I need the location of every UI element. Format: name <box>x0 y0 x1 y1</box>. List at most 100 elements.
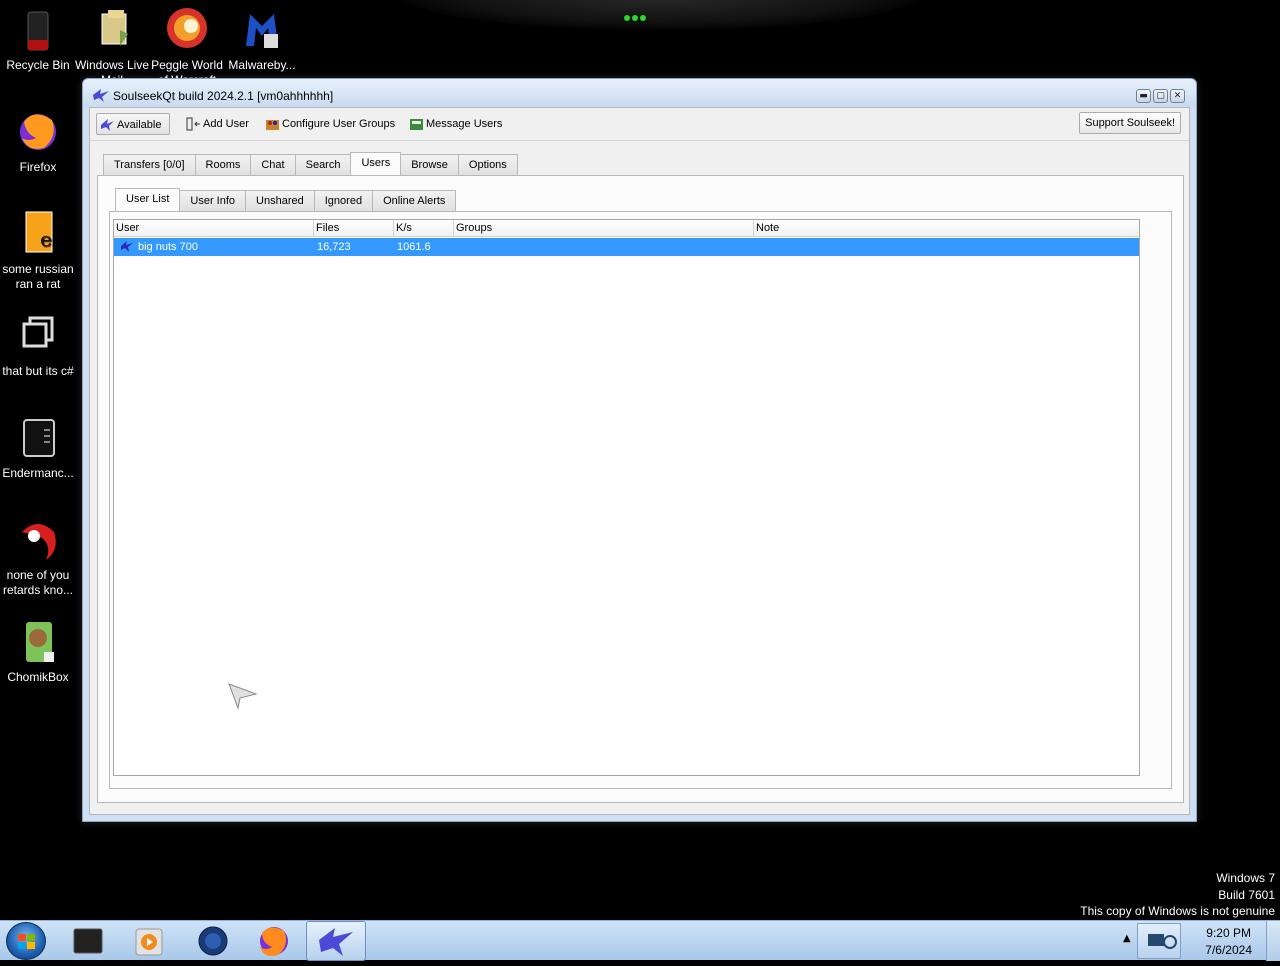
support-soulseek-button[interactable]: Support Soulseek! <box>1079 112 1181 134</box>
show-desktop-button[interactable] <box>1266 921 1280 961</box>
desktop-icon-endermanch[interactable]: Endermanc... <box>0 414 76 481</box>
desktop-icon-label: Firefox <box>19 160 57 174</box>
message-users-button[interactable]: Message Users <box>406 113 502 135</box>
terminal-icon <box>73 928 103 954</box>
taskbar-globe[interactable] <box>183 921 243 961</box>
status-button[interactable]: Available <box>96 113 171 135</box>
wallpaper-dots <box>624 6 654 21</box>
desktop-icon-malwarebytes[interactable]: Malwareby... <box>224 6 300 73</box>
window-title: SoulseekQt build 2024.2.1 [vm0ahhhhhh] <box>113 89 334 103</box>
tab-rooms[interactable]: Rooms <box>194 154 252 175</box>
tab-online-alerts[interactable]: Online Alerts <box>372 190 457 211</box>
desktop-icon-label: Endermanc... <box>2 466 74 480</box>
svg-text:e: e <box>40 227 52 251</box>
taskbar-terminal[interactable] <box>58 921 118 961</box>
column-header-groups[interactable]: Groups <box>454 220 754 237</box>
system-tray: ▲ 9:20 PM 7/6/2024 <box>1115 921 1280 961</box>
paper-plane-cursor-icon <box>228 680 258 710</box>
soulseek-bird-icon <box>100 118 115 132</box>
column-header-files[interactable]: Files <box>314 220 394 237</box>
toolbar: Available Add User Configure User Groups… <box>90 108 1189 140</box>
tab-search[interactable]: Search <box>294 154 352 175</box>
tab-transfers[interactable]: Transfers [0/0] <box>103 154 196 175</box>
configure-user-groups-button[interactable]: Configure User Groups <box>262 113 395 135</box>
main-tabs: Transfers [0/0] Rooms Chat Search Users … <box>103 152 518 175</box>
table-row[interactable]: big nuts 700 16,723 1061.6 <box>114 238 1139 256</box>
cell-user: big nuts 700 <box>138 241 198 253</box>
desktop-icon-label: none of you retards kno... <box>2 568 74 597</box>
desktop: Recycle Bin Windows Live Mail Peggle Wor… <box>0 0 1280 961</box>
malwarebytes-icon <box>238 6 286 54</box>
globe-icon <box>198 926 228 956</box>
wallpaper-glow <box>400 0 920 30</box>
column-header-note[interactable]: Note <box>754 220 1141 237</box>
recycle-bin-icon <box>14 6 62 54</box>
chomikbox-icon <box>14 618 62 666</box>
tab-unshared[interactable]: Unshared <box>245 190 315 211</box>
taskbar-media-player[interactable] <box>120 921 180 961</box>
status-label: Available <box>117 119 162 131</box>
message-users-icon <box>409 117 424 131</box>
start-button[interactable] <box>6 922 46 960</box>
desktop-icon-russian-rat[interactable]: e some russian ran a rat <box>0 210 76 292</box>
tab-ignored[interactable]: Ignored <box>313 190 374 211</box>
configure-user-groups-label: Configure User Groups <box>282 118 396 130</box>
cell-files: 16,723 <box>317 241 351 253</box>
soulseek-window: SoulseekQt build 2024.2.1 [vm0ahhhhhh] ▬… <box>82 78 1197 822</box>
watermark-line3: This copy of Windows is not genuine <box>1080 904 1275 918</box>
shortcut-file-icon: e <box>14 210 62 258</box>
add-user-button[interactable]: Add User <box>183 113 249 135</box>
watermark-line1: Windows 7 <box>1216 871 1275 885</box>
message-users-label: Message Users <box>426 118 503 130</box>
firefox-icon <box>260 927 288 956</box>
taskbar-firefox[interactable] <box>244 921 304 961</box>
desktop-icon-recycle-bin[interactable]: Recycle Bin <box>0 6 76 73</box>
desktop-icon-peggle[interactable]: Peggle World of Warcraft <box>149 6 225 82</box>
user-list-table[interactable]: User Files K/s Groups Note big nuts 700 … <box>113 219 1140 776</box>
clock-time: 9:20 PM <box>1206 926 1251 940</box>
desktop-icon-that-but-csharp[interactable]: that but its c# <box>0 312 76 379</box>
toolbar-separator <box>90 140 1189 141</box>
firefox-icon <box>14 108 62 156</box>
desktop-icon-label: some russian ran a rat <box>2 262 74 291</box>
tab-chat[interactable]: Chat <box>250 154 296 175</box>
window-stack-icon <box>14 312 62 360</box>
minimize-button[interactable]: ▬ <box>1136 89 1151 103</box>
window-titlebar[interactable]: SoulseekQt build 2024.2.1 [vm0ahhhhhh] ▬… <box>83 79 1196 107</box>
tab-options[interactable]: Options <box>457 154 518 175</box>
column-header-kps[interactable]: K/s <box>394 220 454 237</box>
desktop-icon-label: ChomikBox <box>7 670 69 684</box>
user-bird-icon <box>120 238 136 256</box>
tab-users[interactable]: Users <box>350 152 402 175</box>
show-hidden-icons-icon[interactable]: ▲ <box>1123 933 1131 944</box>
desktop-icon-label: that but its c# <box>2 364 74 378</box>
tab-browse[interactable]: Browse <box>400 154 459 175</box>
desktop-icon-chomikbox[interactable]: ChomikBox <box>0 618 76 685</box>
close-button[interactable]: ✕ <box>1170 89 1185 103</box>
network-icon[interactable] <box>1137 923 1181 959</box>
red-swirl-icon <box>14 516 62 564</box>
desktop-icon-none-of-you[interactable]: none of you retards kno... <box>0 516 76 598</box>
soulseek-bird-icon <box>92 87 110 103</box>
clock-date: 7/6/2024 <box>1205 943 1252 957</box>
soulseek-icon <box>319 928 353 956</box>
desktop-icon-label: Malwareby... <box>228 58 296 72</box>
column-header-user[interactable]: User <box>114 220 314 237</box>
watermark-line2: Build 7601 <box>1218 888 1275 902</box>
tab-user-info[interactable]: User Info <box>179 190 247 211</box>
windows-logo-icon <box>18 934 35 949</box>
mail-icon <box>88 6 136 54</box>
taskbar: ▲ 9:20 PM 7/6/2024 <box>0 920 1280 961</box>
maximize-button[interactable]: ▢ <box>1153 89 1168 103</box>
desktop-icon-label: Recycle Bin <box>6 58 70 72</box>
table-header: User Files K/s Groups Note <box>114 220 1139 237</box>
user-groups-icon <box>265 117 280 131</box>
desktop-icon-firefox[interactable]: Firefox <box>0 108 76 175</box>
taskbar-soulseek[interactable] <box>306 921 366 961</box>
media-player-icon <box>135 928 163 956</box>
desktop-icon-windows-live-mail[interactable]: Windows Live Mail <box>74 6 150 82</box>
console-window-icon <box>14 414 62 462</box>
tab-user-list[interactable]: User List <box>115 188 181 211</box>
clock[interactable]: 9:20 PM 7/6/2024 <box>1205 925 1252 959</box>
sub-tabs: User List User Info Unshared Ignored Onl… <box>115 188 457 211</box>
